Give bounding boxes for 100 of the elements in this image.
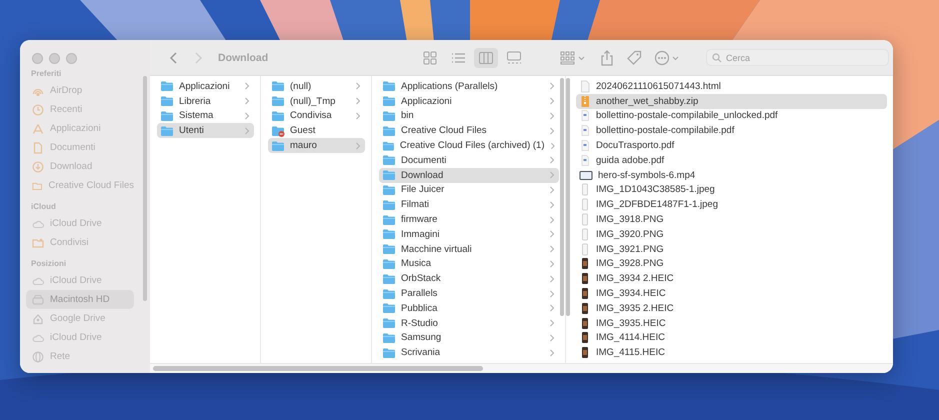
drive-icon: [32, 312, 44, 324]
zoom-button[interactable]: [66, 53, 77, 64]
file-row[interactable]: bollettino-postale-compilabile.pdf: [576, 123, 887, 138]
video-icon: [579, 169, 593, 182]
file-row[interactable]: Pubblica: [379, 300, 559, 316]
section-heading: Posizioni: [30, 258, 68, 270]
file-row[interactable]: IMG_3918.PNG: [576, 212, 887, 227]
file-row[interactable]: Sistema: [157, 108, 254, 124]
file-row[interactable]: Libreria: [157, 94, 254, 109]
file-row[interactable]: Applicazioni: [157, 79, 254, 94]
file-row[interactable]: (null): [268, 79, 365, 94]
globe-icon: [32, 350, 44, 362]
document-icon: [32, 142, 44, 154]
folder-icon: [382, 140, 395, 152]
image-icon: [579, 198, 591, 212]
file-row[interactable]: IMG_2DFBDE1487F1-1.jpeg: [576, 197, 887, 212]
folder-icon: [382, 95, 396, 108]
file-row[interactable]: IMG_3928.PNG: [576, 256, 887, 272]
file-row[interactable]: mauro: [268, 138, 365, 153]
folder-icon: [382, 272, 396, 285]
close-button[interactable]: [32, 53, 43, 64]
search-field[interactable]: Cerca: [706, 49, 889, 66]
photo-icon: [579, 316, 591, 330]
shared-folder-icon: [32, 236, 44, 248]
file-row[interactable]: IMG_4114.HEIC: [576, 330, 887, 346]
column-view-button[interactable]: [474, 48, 498, 68]
folder-icon: [271, 80, 285, 92]
archive-icon: [579, 94, 591, 108]
folder-icon: [382, 288, 396, 300]
folder-icon: [160, 95, 174, 108]
file-row[interactable]: Download: [379, 168, 559, 183]
file-row[interactable]: Applicazioni: [379, 94, 559, 109]
file-row[interactable]: IMG_3920.PNG: [576, 226, 887, 242]
folder-icon: [382, 124, 396, 137]
file-row[interactable]: IMG_3921.PNG: [576, 242, 887, 257]
photo-icon: [579, 257, 591, 270]
file-row[interactable]: Parallels: [379, 286, 559, 301]
folder-icon: [160, 110, 174, 122]
photo-icon: [579, 302, 591, 315]
file-row[interactable]: Creative Cloud Files: [379, 123, 559, 138]
scrollbar[interactable]: [566, 78, 570, 316]
folder-icon: [382, 228, 396, 240]
file-row[interactable]: Applications (Parallels): [379, 79, 559, 94]
folder-icon: [271, 110, 285, 122]
file-row[interactable]: Condivisa: [268, 108, 365, 124]
file-row[interactable]: Utenti: [157, 123, 254, 138]
file-row[interactable]: IMG_4115.HEIC: [576, 345, 887, 360]
folder-icon: [382, 110, 396, 122]
file-row[interactable]: Macchine virtuali: [379, 242, 559, 257]
photo-icon: [579, 331, 591, 344]
scrollbar[interactable]: [143, 76, 147, 301]
file-row[interactable]: bin: [379, 108, 559, 124]
file-row[interactable]: Documenti: [379, 152, 559, 168]
file-row[interactable]: bollettino-postale-compilabile_unlocked.pdf: [576, 108, 887, 124]
file-row[interactable]: (null)_Tmp: [268, 94, 365, 109]
file-row[interactable]: IMG_3935.HEIC: [576, 316, 887, 331]
photo-icon: [579, 272, 591, 286]
pdf-icon: [579, 154, 591, 167]
file-row[interactable]: IMG_1D1043C38585-1.jpeg: [576, 182, 887, 198]
file-row[interactable]: firmware: [379, 212, 559, 227]
minimize-button[interactable]: [49, 53, 60, 64]
share-icon[interactable]: [600, 50, 614, 66]
window-title: Download: [218, 52, 270, 64]
folder-icon: [382, 169, 396, 182]
apps-icon: [32, 122, 44, 134]
icon-view-icon: [422, 50, 438, 66]
folder-icon: [160, 80, 174, 92]
file-row[interactable]: another_wet_shabby.zip: [576, 94, 887, 109]
forward-icon[interactable]: [193, 50, 203, 64]
file-row[interactable]: Samsung: [379, 330, 559, 346]
folder-icon: [382, 332, 396, 344]
file-row[interactable]: Immagini: [379, 226, 559, 242]
file-row[interactable]: Musica: [379, 256, 559, 272]
folder-icon: [382, 80, 396, 92]
file-row[interactable]: Scrivania: [379, 345, 559, 360]
file-row[interactable]: File Juicer: [379, 182, 559, 198]
file-row[interactable]: IMG_3934 2.HEIC: [576, 271, 887, 286]
image-icon: [579, 183, 591, 196]
back-icon[interactable]: [169, 50, 179, 64]
pdf-icon: [579, 139, 591, 152]
file-row[interactable]: OrbStack: [379, 271, 559, 286]
file-row[interactable]: IMG_3935 2.HEIC: [576, 300, 887, 316]
file-row[interactable]: R-Studio: [379, 316, 559, 331]
file-row[interactable]: DocuTrasporto.pdf: [576, 138, 887, 153]
gallery-view-icon: [506, 50, 522, 66]
file-row[interactable]: Filmati: [379, 197, 559, 212]
folder-icon: [382, 258, 396, 270]
folder-icon: [382, 243, 396, 256]
tag-icon[interactable]: [626, 50, 642, 66]
folder-icon: [382, 346, 396, 359]
file-row[interactable]: Guest: [268, 123, 365, 138]
file-row[interactable]: IMG_3934.HEIC: [576, 286, 887, 301]
file-row[interactable]: guida adobe.pdf: [576, 152, 887, 168]
scrollbar[interactable]: [153, 366, 483, 371]
file-row[interactable]: 20240621110615071443.html: [576, 79, 887, 94]
image-icon: [579, 213, 591, 226]
scrollbar[interactable]: [560, 78, 564, 316]
file-row[interactable]: hero-sf-symbols-6.mp4: [576, 168, 887, 183]
restricted-folder-icon: [271, 124, 285, 137]
file-row[interactable]: Creative Cloud Files (archived) (1): [379, 138, 559, 153]
